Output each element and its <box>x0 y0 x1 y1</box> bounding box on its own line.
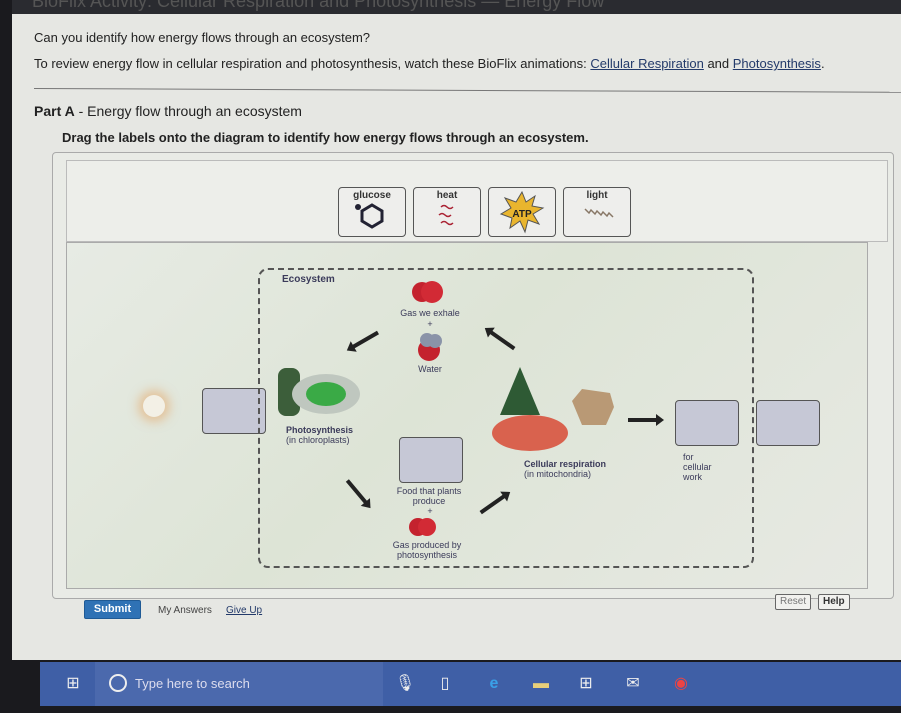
intro-question: Can you identify how energy flows throug… <box>34 30 371 45</box>
submit-button[interactable]: Submit <box>84 600 141 619</box>
taskbar-search[interactable]: Type here to search <box>95 662 383 706</box>
link-cellular-respiration[interactable]: Cellular Respiration <box>590 56 703 71</box>
heat-waves-icon <box>438 204 454 226</box>
taskbar: ⊞ Type here to search 🎙 ▯ e ▬ ⊞ ✉ ◉ <box>40 662 901 706</box>
label-glucose[interactable]: glucose <box>338 187 406 237</box>
chrome-icon[interactable]: ◉ <box>670 674 692 694</box>
plant-chloroplast-image <box>278 368 360 416</box>
search-placeholder: Type here to search <box>135 676 250 691</box>
drop-target-1[interactable] <box>202 388 266 434</box>
label-glucose-text: glucose <box>353 190 391 201</box>
edge-icon[interactable]: e <box>483 674 505 694</box>
drop-target-2[interactable] <box>675 400 739 446</box>
store-icon[interactable]: ⊞ <box>575 674 597 694</box>
instructions: Drag the labels onto the diagram to iden… <box>62 130 589 145</box>
chloroplasts-label: (in chloroplasts) <box>286 435 350 445</box>
atp-burst-icon: ATP <box>499 190 545 234</box>
drop-target-3[interactable] <box>756 400 820 446</box>
gas-exhale-label: Gas we exhale <box>400 308 460 318</box>
my-answers-link[interactable]: My Answers <box>158 605 212 616</box>
plus-1: + <box>427 319 433 329</box>
cellular-respiration-label: Cellular respiration <box>524 459 607 469</box>
atp-text: ATP <box>512 209 532 220</box>
for-cellular-work-label: for cellular work <box>683 452 712 482</box>
review-text: To review energy flow in cellular respir… <box>34 56 825 71</box>
water-label: Water <box>418 364 442 374</box>
part-title: - Energy flow through an ecosystem <box>74 103 302 119</box>
cortana-icon <box>109 674 127 692</box>
drop-target-food[interactable] <box>399 437 463 483</box>
give-up-link[interactable]: Give Up <box>226 605 262 616</box>
animal-mitochondrion-image <box>492 367 614 451</box>
mitochondria-label: (in mitochondria) <box>524 469 592 479</box>
label-light[interactable]: light <box>563 187 631 237</box>
label-heat-text: heat <box>436 190 458 201</box>
task-view-icon[interactable]: ▯ <box>434 674 456 694</box>
label-atp[interactable]: ATP <box>488 187 556 237</box>
water-molecule-icon <box>418 333 442 361</box>
light-wave-icon <box>584 208 614 218</box>
and-text: and <box>703 56 733 71</box>
photosynthesis-label: Photosynthesis <box>286 425 354 435</box>
divider <box>33 88 901 93</box>
microphone-icon[interactable]: 🎙 <box>394 674 416 694</box>
oxygen-molecule-icon <box>409 518 436 536</box>
co2-molecule-icon <box>412 281 443 303</box>
reset-button[interactable]: Reset <box>775 594 812 610</box>
activity-title: BioFlix Activity: Cellular Respiration a… <box>32 0 605 11</box>
part-label: Part A <box>34 103 75 119</box>
sun-icon <box>143 395 165 417</box>
review-prefix: To review energy flow in cellular respir… <box>34 56 591 71</box>
help-button[interactable]: Help <box>818 594 850 610</box>
arrow-to-energy <box>628 414 664 426</box>
gas-produced-label: Gas produced by photosynthesis <box>392 540 462 560</box>
ecosystem-label: Ecosystem <box>282 274 335 285</box>
file-explorer-icon[interactable]: ▬ <box>530 674 552 694</box>
period: . <box>820 56 825 71</box>
link-photosynthesis[interactable]: Photosynthesis <box>733 56 821 71</box>
mail-icon[interactable]: ✉ <box>622 674 644 694</box>
windows-start-icon[interactable]: ⊞ <box>62 674 84 694</box>
food-label: Food that plants produce <box>396 486 462 506</box>
part-a-heading: Part A - Energy flow through an ecosyste… <box>34 103 302 119</box>
label-heat[interactable]: heat <box>413 187 481 237</box>
label-light-text: light <box>586 190 608 201</box>
glucose-molecule-icon <box>355 203 384 229</box>
